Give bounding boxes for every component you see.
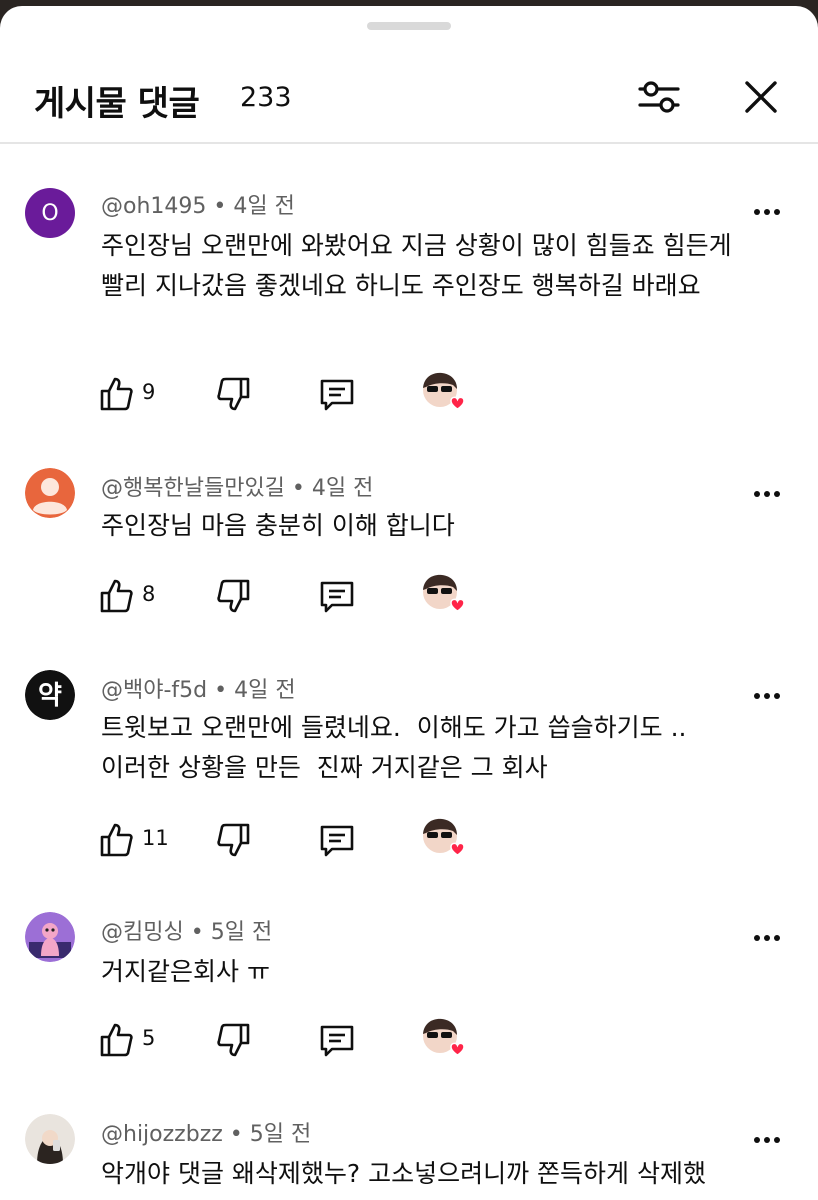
creator-avatar-heart-icon — [423, 372, 465, 410]
comment-time: 4일 전 — [234, 678, 296, 703]
dislike-button[interactable] — [216, 1020, 252, 1060]
comment-author[interactable]: @백야-f5d — [101, 678, 207, 703]
comment-text: 악개야 댓글 왜삭제했누? 고소넣으려니까 쫀득하게 삭제했 — [101, 1159, 707, 1188]
reply-button[interactable] — [318, 1020, 356, 1060]
comment-actions: 8 — [98, 574, 498, 616]
avatar[interactable] — [25, 1114, 75, 1164]
more-vertical-icon — [754, 693, 780, 699]
more-options-button[interactable] — [750, 200, 784, 224]
creator-avatar-heart-icon — [423, 1018, 465, 1056]
comment-author[interactable]: @oh1495 — [101, 194, 206, 219]
more-vertical-icon — [754, 491, 780, 497]
comment-icon — [320, 379, 354, 411]
dislike-button[interactable] — [216, 576, 252, 616]
comment-meta: @킴밍싱 • 5일 전 — [101, 914, 272, 946]
comment-actions: 9 — [98, 372, 498, 414]
like-button[interactable] — [98, 374, 134, 414]
creator-heart-badge — [420, 572, 466, 618]
comment-icon — [320, 581, 354, 613]
reply-button[interactable] — [318, 820, 356, 860]
sliders-icon — [638, 81, 680, 113]
avatar[interactable] — [25, 468, 75, 518]
avatar[interactable] — [25, 912, 75, 962]
reply-button[interactable] — [318, 576, 356, 616]
close-icon — [745, 81, 777, 113]
default-person-icon — [25, 468, 75, 518]
like-count: 5 — [142, 1026, 156, 1050]
page-title: 게시물 댓글 — [34, 84, 200, 124]
comments-sheet: 게시물 댓글 233 O @oh1495 • 4일 전 주인장님 오랜만에 와봤… — [0, 6, 818, 1200]
drag-handle[interactable] — [367, 22, 451, 30]
meta-separator: • — [190, 920, 211, 945]
dislike-button[interactable] — [216, 374, 252, 414]
comment-meta: @행복한날들만있길 • 4일 전 — [101, 470, 373, 502]
like-count: 8 — [142, 582, 156, 606]
comment-meta: @백야-f5d • 4일 전 — [101, 672, 296, 704]
comment-author[interactable]: @행복한날들만있길 — [101, 476, 285, 501]
comment-time: 4일 전 — [311, 476, 374, 501]
creator-heart-badge — [420, 370, 466, 416]
thumbs-down-icon — [217, 823, 250, 857]
like-count: 11 — [142, 826, 169, 850]
comment-actions: 11 — [98, 818, 498, 860]
comment-author[interactable]: @hijozzbzz — [101, 1122, 223, 1147]
avatar-letter: 약 — [38, 681, 62, 711]
thumbs-up-icon — [100, 1023, 133, 1057]
thumbs-down-icon — [217, 1023, 250, 1057]
comment-actions: 5 — [98, 1018, 498, 1060]
comment-text: 주인장님 마음 충분히 이해 합니다 — [101, 511, 455, 540]
like-button[interactable] — [98, 820, 134, 860]
avatar[interactable]: O — [25, 188, 75, 238]
like-button[interactable] — [98, 576, 134, 616]
comment-text: 거지같은회사 ㅠ — [101, 957, 270, 986]
creator-avatar-heart-icon — [423, 818, 465, 856]
comment-icon — [320, 1025, 354, 1057]
comment-time: 5일 전 — [249, 1122, 312, 1147]
thumbs-up-icon — [100, 579, 133, 613]
meta-separator: • — [213, 194, 234, 219]
comment-time: 4일 전 — [233, 194, 295, 219]
thumbs-up-icon — [100, 377, 133, 411]
meta-separator: • — [229, 1122, 250, 1147]
creator-heart-badge — [420, 816, 466, 862]
comment-time: 5일 전 — [210, 920, 273, 945]
more-options-button[interactable] — [750, 482, 784, 506]
meta-separator: • — [291, 476, 312, 501]
filter-button[interactable] — [636, 74, 682, 120]
comment-meta: @oh1495 • 4일 전 — [101, 188, 295, 220]
dislike-button[interactable] — [216, 820, 252, 860]
more-vertical-icon — [754, 209, 780, 215]
avatar-photo-icon — [25, 1114, 75, 1164]
thumbs-down-icon — [217, 579, 250, 613]
like-count: 9 — [142, 380, 156, 404]
comment-count: 233 — [240, 82, 292, 113]
comments-header: 게시물 댓글 233 — [0, 40, 818, 144]
comment-text: 트윗보고 오랜만에 들렸네요. 이해도 가고 씁슬하기도 .. 이러한 상황을 … — [101, 713, 703, 782]
reply-button[interactable] — [318, 374, 356, 414]
avatar-glyph-icon: 약 — [25, 670, 75, 720]
comment-text: 주인장님 오랜만에 와봤어요 지금 상황이 많이 힘들죠 힘든게 빨리 지나갔음… — [101, 231, 732, 300]
meta-separator: • — [214, 678, 235, 703]
comment-meta: @hijozzbzz • 5일 전 — [101, 1116, 311, 1148]
creator-avatar-heart-icon — [423, 574, 465, 612]
comment-icon — [320, 825, 354, 857]
like-button[interactable] — [98, 1020, 134, 1060]
more-options-button[interactable] — [750, 926, 784, 950]
avatar-letter: O — [41, 200, 59, 226]
more-vertical-icon — [754, 1137, 780, 1143]
close-button[interactable] — [738, 74, 784, 120]
more-options-button[interactable] — [750, 684, 784, 708]
avatar[interactable]: 약 — [25, 670, 75, 720]
creator-heart-badge — [420, 1016, 466, 1062]
comment-author[interactable]: @킴밍싱 — [101, 920, 184, 945]
thumbs-up-icon — [100, 823, 133, 857]
thumbs-down-icon — [217, 377, 250, 411]
more-options-button[interactable] — [750, 1128, 784, 1152]
avatar-illustration-icon — [25, 912, 75, 962]
more-vertical-icon — [754, 935, 780, 941]
